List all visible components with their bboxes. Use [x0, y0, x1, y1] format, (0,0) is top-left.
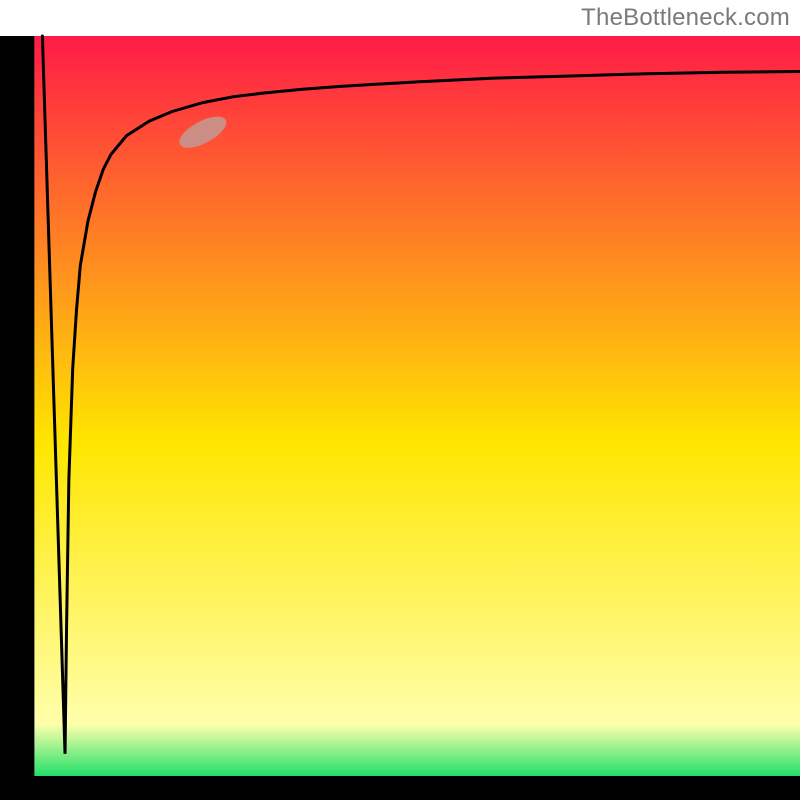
plot-background — [34, 36, 800, 776]
bottleneck-chart — [0, 0, 800, 800]
y-axis — [0, 36, 34, 800]
x-axis — [0, 776, 800, 800]
watermark-text: TheBottleneck.com — [581, 4, 790, 32]
